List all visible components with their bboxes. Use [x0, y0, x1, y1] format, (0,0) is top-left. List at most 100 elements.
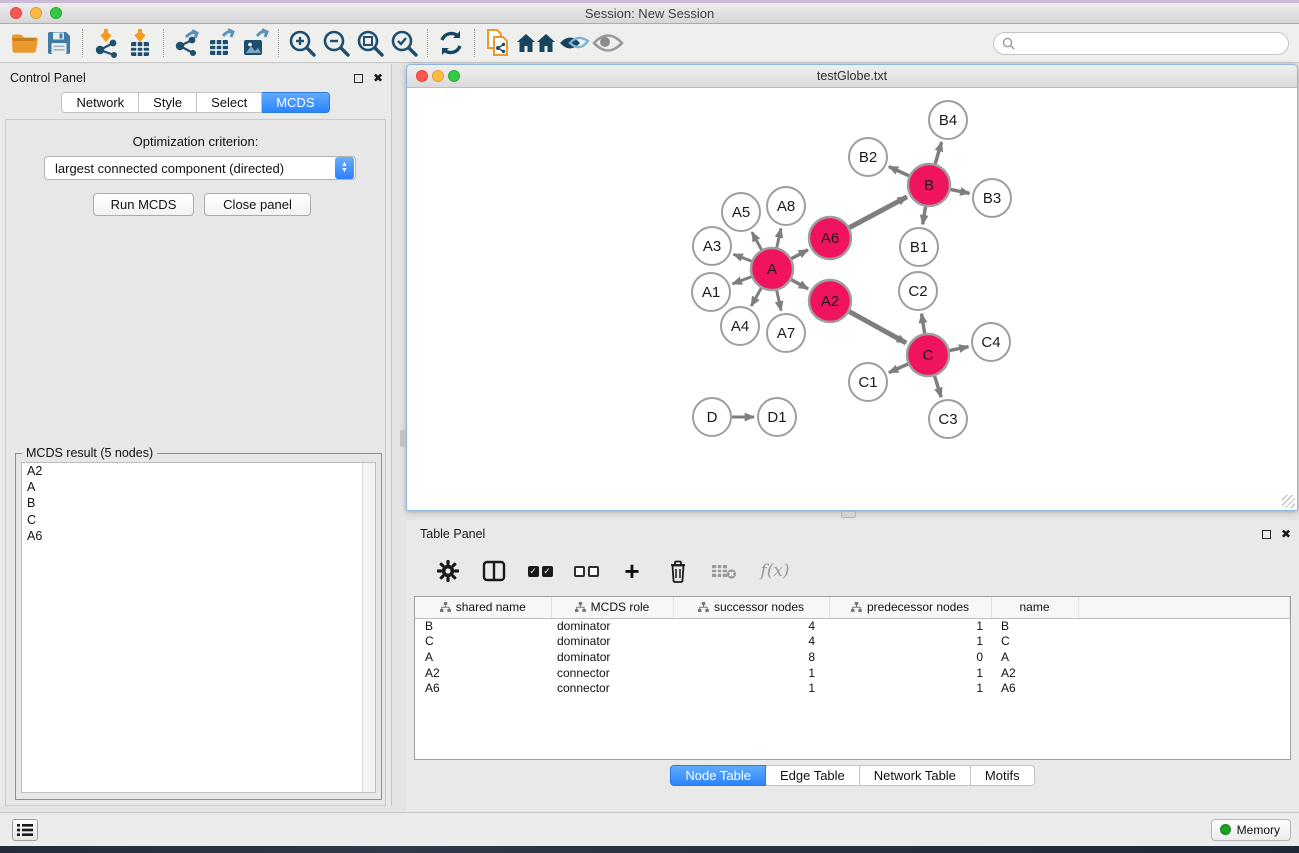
graph-node-B3[interactable]: B3 [973, 179, 1011, 217]
column-header[interactable]: MCDS role [551, 597, 673, 618]
close-panel-icon[interactable]: ✖ [1281, 529, 1291, 539]
graph-edge-B-B4[interactable] [935, 142, 941, 164]
delete-selected-button[interactable] [660, 554, 696, 588]
graph-node-A[interactable]: A [751, 248, 793, 290]
birds-eye-view-button[interactable] [591, 27, 625, 59]
graph-node-B4[interactable]: B4 [929, 101, 967, 139]
graph-edge-C-C3[interactable] [935, 376, 942, 397]
refresh-view-button[interactable] [434, 27, 468, 59]
mcds-result-item[interactable]: A [22, 479, 375, 495]
graph-edge-A-A7[interactable] [777, 290, 781, 310]
open-session-button[interactable] [8, 27, 42, 59]
graph-edge-A-A5[interactable] [752, 232, 762, 249]
zoom-selected-button[interactable] [387, 27, 421, 59]
tab-style[interactable]: Style [139, 92, 197, 113]
graph-edge-A-A2[interactable] [791, 280, 808, 289]
close-panel-button[interactable]: Close panel [204, 193, 311, 216]
zoom-in-button[interactable] [285, 27, 319, 59]
splitter-grip-vertical[interactable] [400, 430, 406, 447]
import-network-button[interactable] [89, 27, 123, 59]
graph-node-B2[interactable]: B2 [849, 138, 887, 176]
graph-node-A7[interactable]: A7 [767, 314, 805, 352]
graph-node-C[interactable]: C [907, 334, 949, 376]
tab-node-table[interactable]: Node Table [670, 765, 766, 786]
create-column-button[interactable]: + [614, 554, 650, 588]
run-mcds-button[interactable]: Run MCDS [93, 193, 194, 216]
mcds-result-item[interactable]: C [22, 512, 375, 528]
graph-node-A8[interactable]: A8 [767, 187, 805, 225]
float-panel-icon[interactable] [354, 74, 363, 83]
tab-network[interactable]: Network [61, 92, 139, 113]
deselect-all-button[interactable] [568, 554, 604, 588]
graph-node-C2[interactable]: C2 [899, 272, 937, 310]
save-session-button[interactable] [42, 27, 76, 59]
node-table[interactable]: shared nameMCDS rolesuccessor nodesprede… [414, 596, 1291, 760]
graph-node-A3[interactable]: A3 [693, 227, 731, 265]
show-panels-button[interactable] [12, 819, 38, 841]
graph-edge-B-B1[interactable] [923, 207, 926, 225]
graph-node-A4[interactable]: A4 [721, 307, 759, 345]
export-network-button[interactable] [170, 27, 204, 59]
show-columns-button[interactable] [476, 554, 512, 588]
tab-select[interactable]: Select [197, 92, 262, 113]
network-view-window[interactable]: testGlobe.txt B4 B2 B B3 A8A5 A6 A3 B1 A C2 A1 A2 A4… [406, 64, 1298, 511]
graph-edge-A-A6[interactable] [791, 250, 808, 259]
graph-node-B1[interactable]: B1 [900, 228, 938, 266]
graph-edge-A6-B[interactable] [849, 197, 907, 228]
graph-edge-C-C4[interactable] [950, 347, 969, 351]
tab-mcds[interactable]: MCDS [262, 92, 329, 113]
graph-node-A5[interactable]: A5 [722, 193, 760, 231]
table-row[interactable]: A6connector11A6 [415, 680, 1290, 696]
first-neighbors-button[interactable] [515, 27, 557, 59]
graph-node-C4[interactable]: C4 [972, 323, 1010, 361]
graph-node-A1[interactable]: A1 [692, 273, 730, 311]
window-resize-grip[interactable] [1282, 495, 1295, 508]
graph-edge-A2-C[interactable] [849, 312, 906, 343]
mcds-result-item[interactable]: A2 [22, 463, 375, 479]
graph-node-D1[interactable]: D1 [758, 398, 796, 436]
criterion-dropdown[interactable]: largest connected component (directed) ▲… [44, 156, 356, 180]
graph-node-B[interactable]: B [908, 164, 950, 206]
graph-edge-C-C1[interactable] [889, 364, 908, 373]
graph-edge-A-A3[interactable] [733, 254, 751, 261]
zoom-fit-button[interactable] [353, 27, 387, 59]
graph-edge-A-A4[interactable] [751, 288, 761, 306]
export-image-button[interactable] [238, 27, 272, 59]
graph-node-C3[interactable]: C3 [929, 400, 967, 438]
app-titlebar[interactable]: Session: New Session [0, 3, 1299, 24]
column-header[interactable]: name [991, 597, 1078, 618]
zoom-out-button[interactable] [319, 27, 353, 59]
graph-node-C1[interactable]: C1 [849, 363, 887, 401]
network-canvas[interactable]: B4 B2 B B3 A8A5 A6 A3 B1 A C2 A1 A2 A4A7 C4 C C1 D D1 C3 [407, 88, 1297, 510]
graph-node-A6[interactable]: A6 [809, 217, 851, 259]
tab-motifs[interactable]: Motifs [971, 765, 1035, 786]
graph-node-D[interactable]: D [693, 398, 731, 436]
float-panel-icon[interactable] [1262, 530, 1271, 539]
column-header[interactable]: predecessor nodes [829, 597, 991, 618]
column-header[interactable]: shared name [415, 597, 551, 618]
table-row[interactable]: Adominator80A [415, 649, 1290, 665]
graph-edge-A-A1[interactable] [733, 277, 752, 284]
graph-edge-C-C2[interactable] [922, 314, 925, 334]
scrollbar-track[interactable] [362, 463, 375, 792]
splitter-grip-horizontal[interactable] [841, 511, 856, 518]
tab-edge-table[interactable]: Edge Table [766, 765, 860, 786]
table-row[interactable]: A2connector11A2 [415, 665, 1290, 681]
table-row[interactable]: Bdominator41B [415, 618, 1290, 634]
import-table-button[interactable] [123, 27, 157, 59]
graph-node-A2[interactable]: A2 [809, 280, 851, 322]
memory-button[interactable]: Memory [1211, 819, 1291, 841]
tab-network-table[interactable]: Network Table [860, 765, 971, 786]
mcds-result-item[interactable]: B [22, 495, 375, 511]
show-graphics-details-button[interactable] [557, 27, 591, 59]
search-input[interactable] [993, 32, 1289, 55]
delete-table-button[interactable] [706, 554, 742, 588]
function-builder-button[interactable]: f(x) [752, 554, 798, 588]
select-all-button[interactable]: ✓ ✓ [522, 554, 558, 588]
graph-edge-B-B2[interactable] [889, 167, 909, 176]
graph-edge-B-B3[interactable] [951, 189, 970, 193]
network-window-titlebar[interactable]: testGlobe.txt [407, 65, 1297, 88]
table-row[interactable]: Cdominator41C [415, 634, 1290, 650]
graph-edge-A-A8[interactable] [777, 228, 781, 247]
column-header[interactable]: successor nodes [673, 597, 829, 618]
